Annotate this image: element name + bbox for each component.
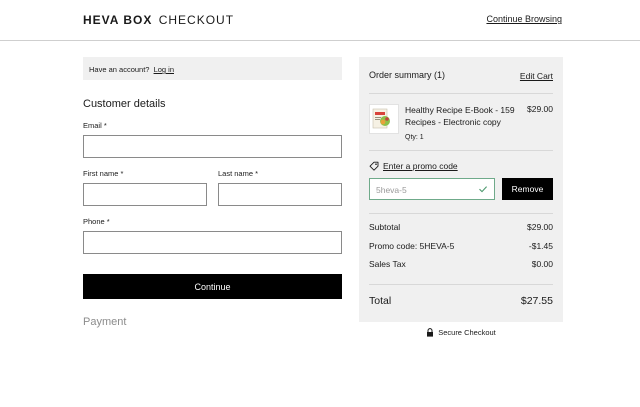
order-summary-title: Order summary (1) (369, 70, 446, 80)
promo-code-input[interactable]: 5heva-5 (369, 178, 495, 200)
product-name: Healthy Recipe E-Book - 159 Recipes - El… (405, 105, 515, 127)
edit-cart-link[interactable]: Edit Cart (520, 71, 553, 81)
product-quantity: Qty: 1 (405, 134, 424, 141)
account-banner: Have an account? Log in (83, 57, 342, 80)
last-name-label: Last name * (218, 169, 259, 178)
first-name-group: First name * (83, 158, 207, 206)
remove-promo-button[interactable]: Remove (502, 178, 553, 200)
phone-label: Phone * (83, 217, 110, 226)
name-row: First name * Last name * (83, 158, 342, 206)
promo-code-link-label: Enter a promo code (383, 161, 458, 171)
sales-tax-label: Sales Tax (369, 259, 406, 269)
email-label: Email * (83, 121, 107, 130)
header: HEVA BOX CHECKOUT Continue Browsing (0, 0, 640, 41)
first-name-label: First name * (83, 169, 124, 178)
first-name-field[interactable] (83, 183, 207, 206)
brand-logo[interactable]: HEVA BOX CHECKOUT (83, 13, 234, 27)
promo-code-toggle[interactable]: Enter a promo code (369, 161, 553, 171)
customer-column: Have an account? Log in Customer details… (83, 57, 342, 328)
promo-code-value: 5heva-5 (376, 185, 407, 195)
total-value: $27.55 (520, 294, 553, 307)
ebook-cover-icon (372, 108, 390, 129)
continue-button[interactable]: Continue (83, 274, 342, 299)
sales-tax-value: $0.00 (531, 259, 553, 269)
promo-code-row: 5heva-5 Remove (369, 178, 553, 200)
brand-checkout-label: CHECKOUT (158, 13, 235, 27)
order-summary-panel: Order summary (1) Edit Cart Healthy Reci… (359, 57, 563, 322)
lock-icon (427, 328, 434, 337)
product-thumbnail (369, 104, 399, 134)
secure-checkout-note: Secure Checkout (359, 328, 563, 337)
account-prompt: Have an account? (89, 65, 150, 74)
product-price: $29.00 (527, 104, 553, 114)
last-name-field[interactable] (218, 183, 342, 206)
secure-checkout-label: Secure Checkout (438, 328, 496, 337)
brand-name: HEVA BOX (83, 13, 153, 27)
login-link[interactable]: Log in (154, 65, 174, 74)
order-summary-header: Order summary (1) Edit Cart (369, 57, 553, 94)
payment-section-title: Payment (83, 316, 127, 328)
email-field[interactable] (83, 135, 342, 158)
customer-details-title: Customer details (83, 98, 166, 110)
cart-line-item: Healthy Recipe E-Book - 159 Recipes - El… (369, 94, 553, 151)
phone-field[interactable] (83, 231, 342, 254)
promo-discount-value: -$1.45 (528, 240, 553, 251)
continue-browsing-link[interactable]: Continue Browsing (486, 14, 562, 24)
total-label: Total (369, 294, 392, 307)
promo-discount-label: Promo code: 5HEVA-5 (369, 240, 455, 251)
sales-tax-row: Sales Tax $0.00 (369, 259, 553, 278)
order-totals: Subtotal $29.00 Promo code: 5HEVA-5 -$1.… (369, 213, 553, 278)
subtotal-value: $29.00 (527, 222, 553, 232)
total-row: Total $27.55 (369, 283, 553, 307)
promo-discount-row: Promo code: 5HEVA-5 -$1.45 (369, 241, 553, 260)
subtotal-row: Subtotal $29.00 (369, 222, 553, 241)
tag-icon (369, 161, 379, 171)
subtotal-label: Subtotal (369, 222, 401, 232)
check-icon (479, 186, 488, 193)
last-name-group: Last name * (218, 158, 342, 206)
